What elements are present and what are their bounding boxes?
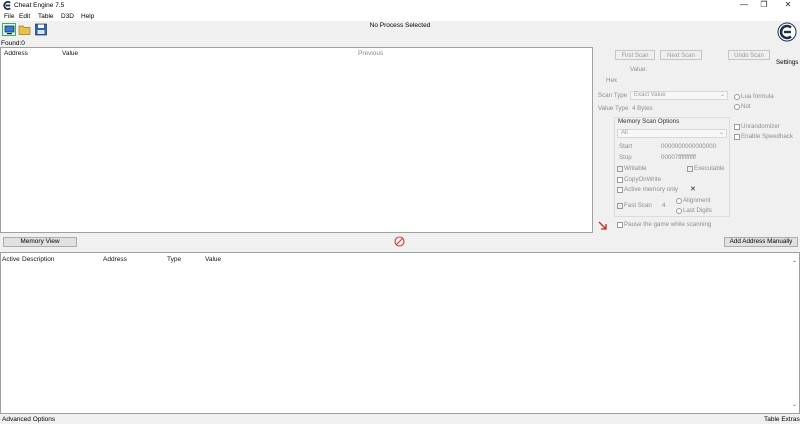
stop-label: Stop [619, 154, 632, 161]
start-address-field[interactable]: 0000000000000000 [661, 143, 716, 150]
scroll-up-icon[interactable]: ⌃ [792, 260, 797, 267]
fast-scan-label: Fast Scan [624, 202, 652, 209]
window-title: Cheat Engine 7.5 [14, 2, 65, 9]
next-scan-button[interactable]: Next Scan [660, 50, 702, 60]
column-address[interactable]: Address [103, 256, 127, 263]
writable-checkbox[interactable] [617, 166, 623, 172]
active-memory-only-checkbox[interactable] [617, 187, 623, 193]
open-file-button[interactable] [18, 23, 32, 36]
cheat-engine-logo-icon [3, 1, 11, 10]
stop-address-field[interactable]: 00007fffffffffff [661, 154, 696, 161]
menu-table[interactable]: Table [38, 13, 54, 20]
hex-label: Hex [606, 77, 618, 84]
chevron-down-icon: ⌄ [719, 92, 725, 98]
close-button[interactable]: ✕ [778, 0, 798, 11]
column-value[interactable]: Value [62, 50, 78, 57]
address-list[interactable] [0, 252, 800, 414]
unrandomizer-label: Unrandomizer [741, 123, 780, 130]
copyonwrite-checkbox[interactable] [617, 177, 623, 183]
fast-scan-checkbox[interactable] [617, 203, 623, 209]
last-digits-label: Last Digits [683, 207, 712, 214]
select-process-button[interactable] [2, 23, 16, 36]
menu-d3d[interactable]: D3D [61, 13, 74, 20]
not-label: Not [741, 103, 751, 110]
unrandomizer-checkbox[interactable] [734, 124, 740, 130]
copyonwrite-label: CopyOnWrite [624, 176, 662, 183]
enable-speedhack-checkbox[interactable] [734, 134, 740, 140]
not-checkbox[interactable] [734, 104, 740, 110]
pointer-arrow-icon[interactable] [598, 221, 608, 231]
lua-formula-label: Lua formula [741, 93, 774, 100]
scan-type-select[interactable]: Exact Value ⌄ [630, 91, 728, 100]
memory-region-select[interactable]: All ⌄ [617, 129, 727, 138]
column-description[interactable]: Description [22, 256, 55, 263]
scan-results-list[interactable] [0, 47, 593, 233]
clear-stop-button[interactable] [394, 236, 405, 247]
scan-type-value: Exact Value [634, 92, 666, 98]
table-extras-link[interactable]: Table Extras [764, 416, 800, 423]
writable-label: Writable [624, 165, 647, 172]
cheat-engine-big-logo-icon [777, 22, 797, 42]
alignment-label: Alignment [683, 197, 711, 204]
pause-game-label: Pause the game while scanning [624, 221, 712, 228]
memory-view-button[interactable]: Memory View [3, 237, 77, 247]
value-type-value[interactable]: 4 Bytes [632, 105, 653, 112]
column-previous[interactable]: Previous [358, 50, 383, 57]
found-count: Found:0 [1, 40, 25, 47]
computer-icon [4, 25, 14, 34]
start-label: Start [619, 143, 633, 150]
pause-game-checkbox[interactable] [617, 222, 623, 228]
executable-label: Executable [694, 165, 725, 172]
fast-scan-alignment-value[interactable]: 4 [662, 202, 665, 209]
close-x-icon[interactable]: ✕ [690, 185, 696, 193]
value-type-label: Value Type [598, 105, 629, 112]
column-address[interactable]: Address [4, 50, 28, 57]
alignment-radio[interactable] [676, 198, 682, 204]
stop-icon [394, 236, 405, 247]
column-active[interactable]: Active [2, 256, 20, 263]
maximize-button[interactable]: ❐ [754, 0, 774, 11]
lua-formula-checkbox[interactable] [734, 94, 740, 100]
save-button[interactable] [34, 23, 48, 36]
menu-help[interactable]: Help [81, 13, 94, 20]
undo-scan-button[interactable]: Undo Scan [728, 50, 770, 60]
red-arrow-icon [598, 221, 607, 230]
menu-edit[interactable]: Edit [19, 13, 30, 20]
first-scan-button[interactable]: First Scan [615, 50, 655, 60]
enable-speedhack-label: Enable Speedhack [741, 133, 793, 140]
memory-region-value: All [621, 130, 628, 136]
cheat-engine-logo[interactable] [776, 22, 798, 42]
selected-process-label: No Process Selected [369, 22, 431, 29]
value-label: Value: [630, 66, 648, 73]
advanced-options-link[interactable]: Advanced Options [2, 416, 55, 423]
last-digits-radio[interactable] [676, 208, 682, 214]
status-bar [0, 414, 800, 424]
menu-file[interactable]: File [4, 13, 14, 20]
active-memory-only-label: Active memory only [624, 186, 678, 193]
memory-scan-options-label: Memory Scan Options [618, 118, 680, 125]
minimize-button[interactable]: — [734, 0, 754, 11]
executable-checkbox[interactable] [687, 166, 693, 172]
settings-label[interactable]: Settings [776, 59, 798, 66]
menu-bar: File Edit Table D3D Help [0, 12, 800, 21]
folder-open-icon [18, 25, 31, 35]
column-type[interactable]: Type [167, 256, 181, 263]
floppy-disk-icon [35, 23, 47, 36]
title-bar: Cheat Engine 7.5 — ❐ ✕ [0, 0, 800, 12]
scroll-down-icon[interactable]: ⌄ [792, 401, 797, 408]
scan-type-label: Scan Type [598, 92, 628, 99]
add-address-manually-button[interactable]: Add Address Manually [724, 237, 798, 247]
column-value[interactable]: Value [205, 256, 221, 263]
chevron-down-icon: ⌄ [718, 130, 724, 136]
